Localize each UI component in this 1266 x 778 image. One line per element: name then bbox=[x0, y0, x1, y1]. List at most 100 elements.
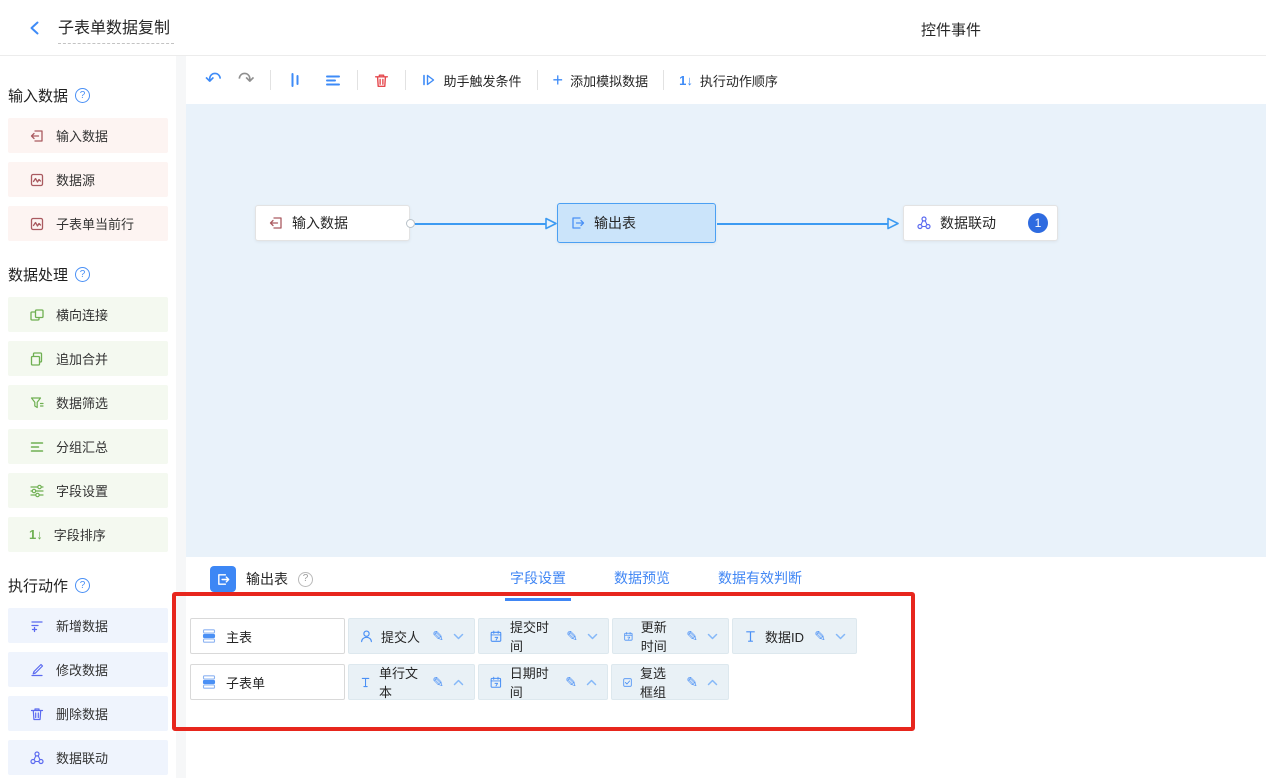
sidebar-item-data-filter[interactable]: 数据筛选 bbox=[8, 385, 168, 420]
sidebar-item-subform-current-row[interactable]: 子表单当前行 bbox=[8, 206, 168, 241]
field-table: 主表 提交人 ✎ 提交时间 ✎ bbox=[186, 601, 1266, 700]
trash-icon bbox=[373, 72, 390, 89]
tab-data-validity[interactable]: 数据有效判断 bbox=[713, 557, 807, 601]
field-label: 提交人 bbox=[381, 627, 420, 646]
field-label: 更新时间 bbox=[641, 617, 678, 655]
sidebar-item-label: 新增数据 bbox=[56, 616, 108, 635]
field-label: 单行文本 bbox=[379, 663, 424, 701]
field-label: 提交时间 bbox=[510, 617, 558, 655]
field-cell-update-time[interactable]: 更新时间 ✎ bbox=[612, 618, 729, 654]
field-cell-data-id[interactable]: 数据ID ✎ bbox=[732, 618, 857, 654]
align-vertical-button[interactable] bbox=[286, 71, 304, 89]
edit-field-icon[interactable]: ✎ bbox=[686, 675, 698, 689]
help-icon[interactable]: ? bbox=[75, 578, 90, 593]
panel-header: 输出表 ? 字段设置 数据预览 数据有效判断 bbox=[186, 557, 1266, 601]
field-cell-single-line-text[interactable]: 单行文本 ✎ bbox=[348, 664, 475, 700]
back-chevron-icon bbox=[27, 20, 43, 36]
sidebar-item-data-linkage[interactable]: 数据联动 bbox=[8, 740, 168, 775]
page: 子表单数据复制 控件事件 输入数据 ? 输入数据 数据源 子表单当前行 数据处 bbox=[0, 0, 1266, 778]
edit-field-icon[interactable]: ✎ bbox=[814, 629, 826, 643]
sidebar-item-add-data[interactable]: 新增数据 bbox=[8, 608, 168, 643]
checkbox-icon bbox=[622, 675, 633, 690]
section-title-input: 输入数据 ? bbox=[8, 85, 176, 106]
chevron-down-icon[interactable] bbox=[707, 633, 718, 640]
delete-node-button[interactable] bbox=[373, 72, 390, 89]
tab-data-preview[interactable]: 数据预览 bbox=[609, 557, 675, 601]
sidebar-item-label: 删除数据 bbox=[56, 704, 108, 723]
sidebar-item-append-merge[interactable]: 追加合并 bbox=[8, 341, 168, 376]
chevron-up-icon[interactable] bbox=[586, 679, 597, 686]
edit-field-icon[interactable]: ✎ bbox=[432, 629, 444, 643]
row-name-cell: 子表单 bbox=[190, 664, 345, 700]
text-field-icon bbox=[743, 629, 758, 644]
field-label: 数据ID bbox=[765, 627, 804, 646]
sidebar-item-input-data[interactable]: 输入数据 bbox=[8, 118, 168, 153]
sidebar-item-label: 数据筛选 bbox=[56, 393, 108, 412]
sidebar-item-field-settings[interactable]: 字段设置 bbox=[8, 473, 168, 508]
chevron-down-icon[interactable] bbox=[835, 633, 846, 640]
edge-line bbox=[717, 223, 889, 225]
edge-arrow-icon bbox=[544, 216, 558, 231]
field-cell-submit-time[interactable]: 提交时间 ✎ bbox=[478, 618, 609, 654]
align-horizontal-button[interactable] bbox=[324, 71, 342, 89]
toolbar-separator bbox=[270, 70, 271, 90]
field-cell-checkbox-group[interactable]: 复选框组 ✎ bbox=[611, 664, 729, 700]
sidebar-item-edit-data[interactable]: 修改数据 bbox=[8, 652, 168, 687]
help-icon[interactable]: ? bbox=[75, 267, 90, 282]
sidebar-item-group-summary[interactable]: 分组汇总 bbox=[8, 429, 168, 464]
field-cell-submitter[interactable]: 提交人 ✎ bbox=[348, 618, 475, 654]
sidebar-divider bbox=[176, 56, 186, 778]
sidebar-item-label: 输入数据 bbox=[56, 126, 108, 145]
group-summary-icon bbox=[29, 439, 45, 455]
edit-field-icon[interactable]: ✎ bbox=[565, 675, 577, 689]
table-rows-icon bbox=[201, 674, 217, 690]
align-vertical-icon bbox=[286, 71, 304, 89]
text-field-icon bbox=[359, 675, 372, 690]
section-label: 数据处理 bbox=[8, 264, 68, 285]
calendar-icon bbox=[489, 629, 503, 644]
section-label: 执行动作 bbox=[8, 575, 68, 596]
add-data-icon bbox=[29, 618, 45, 634]
redo-button[interactable]: ↷ bbox=[238, 70, 255, 90]
toolbar-separator bbox=[663, 70, 664, 90]
subform-current-row-icon bbox=[29, 216, 45, 232]
import-icon bbox=[268, 215, 284, 231]
edit-field-icon[interactable]: ✎ bbox=[686, 629, 698, 643]
section-label: 输入数据 bbox=[8, 85, 68, 106]
plus-icon: + bbox=[553, 71, 564, 89]
action-order-button[interactable]: 1↓ 执行动作顺序 bbox=[679, 71, 778, 90]
page-title[interactable]: 子表单数据复制 bbox=[58, 12, 174, 44]
field-label: 复选框组 bbox=[640, 663, 678, 701]
node-output-table[interactable]: 输出表 bbox=[557, 203, 716, 243]
back-button[interactable] bbox=[24, 17, 46, 39]
assistant-trigger-button[interactable]: 助手触发条件 bbox=[421, 71, 522, 90]
sidebar-item-datasource[interactable]: 数据源 bbox=[8, 162, 168, 197]
delete-data-icon bbox=[29, 706, 45, 722]
node-count-badge: 1 bbox=[1028, 213, 1048, 233]
sidebar-item-horizontal-join[interactable]: 横向连接 bbox=[8, 297, 168, 332]
event-type-label: 控件事件 bbox=[921, 19, 981, 40]
add-mock-data-button[interactable]: + 添加模拟数据 bbox=[553, 71, 649, 90]
chevron-up-icon[interactable] bbox=[707, 679, 718, 686]
row-name: 子表单 bbox=[226, 673, 265, 692]
edit-field-icon[interactable]: ✎ bbox=[432, 675, 444, 689]
undo-button[interactable]: ↶ bbox=[205, 70, 222, 90]
node-detail-panel: 输出表 ? 字段设置 数据预览 数据有效判断 主表 bbox=[186, 557, 1266, 778]
tab-field-settings[interactable]: 字段设置 bbox=[505, 557, 571, 601]
node-data-linkage[interactable]: 数据联动 1 bbox=[903, 205, 1058, 241]
row-name: 主表 bbox=[226, 627, 252, 646]
chevron-down-icon[interactable] bbox=[453, 633, 464, 640]
help-icon[interactable]: ? bbox=[298, 572, 313, 587]
append-merge-icon bbox=[29, 351, 45, 367]
sidebar-item-label: 修改数据 bbox=[56, 660, 108, 679]
chevron-up-icon[interactable] bbox=[453, 679, 464, 686]
chevron-down-icon[interactable] bbox=[587, 633, 598, 640]
edit-field-icon[interactable]: ✎ bbox=[566, 629, 578, 643]
sidebar-item-delete-data[interactable]: 删除数据 bbox=[8, 696, 168, 731]
data-filter-icon bbox=[29, 395, 45, 411]
field-cell-datetime[interactable]: 日期时间 ✎ bbox=[478, 664, 608, 700]
node-input-data[interactable]: 输入数据 bbox=[255, 205, 410, 241]
sidebar-item-field-sort[interactable]: 1↓ 字段排序 bbox=[8, 517, 168, 552]
help-icon[interactable]: ? bbox=[75, 88, 90, 103]
table-row-subform: 子表单 单行文本 ✎ 日期时间 ✎ bbox=[190, 664, 1266, 700]
